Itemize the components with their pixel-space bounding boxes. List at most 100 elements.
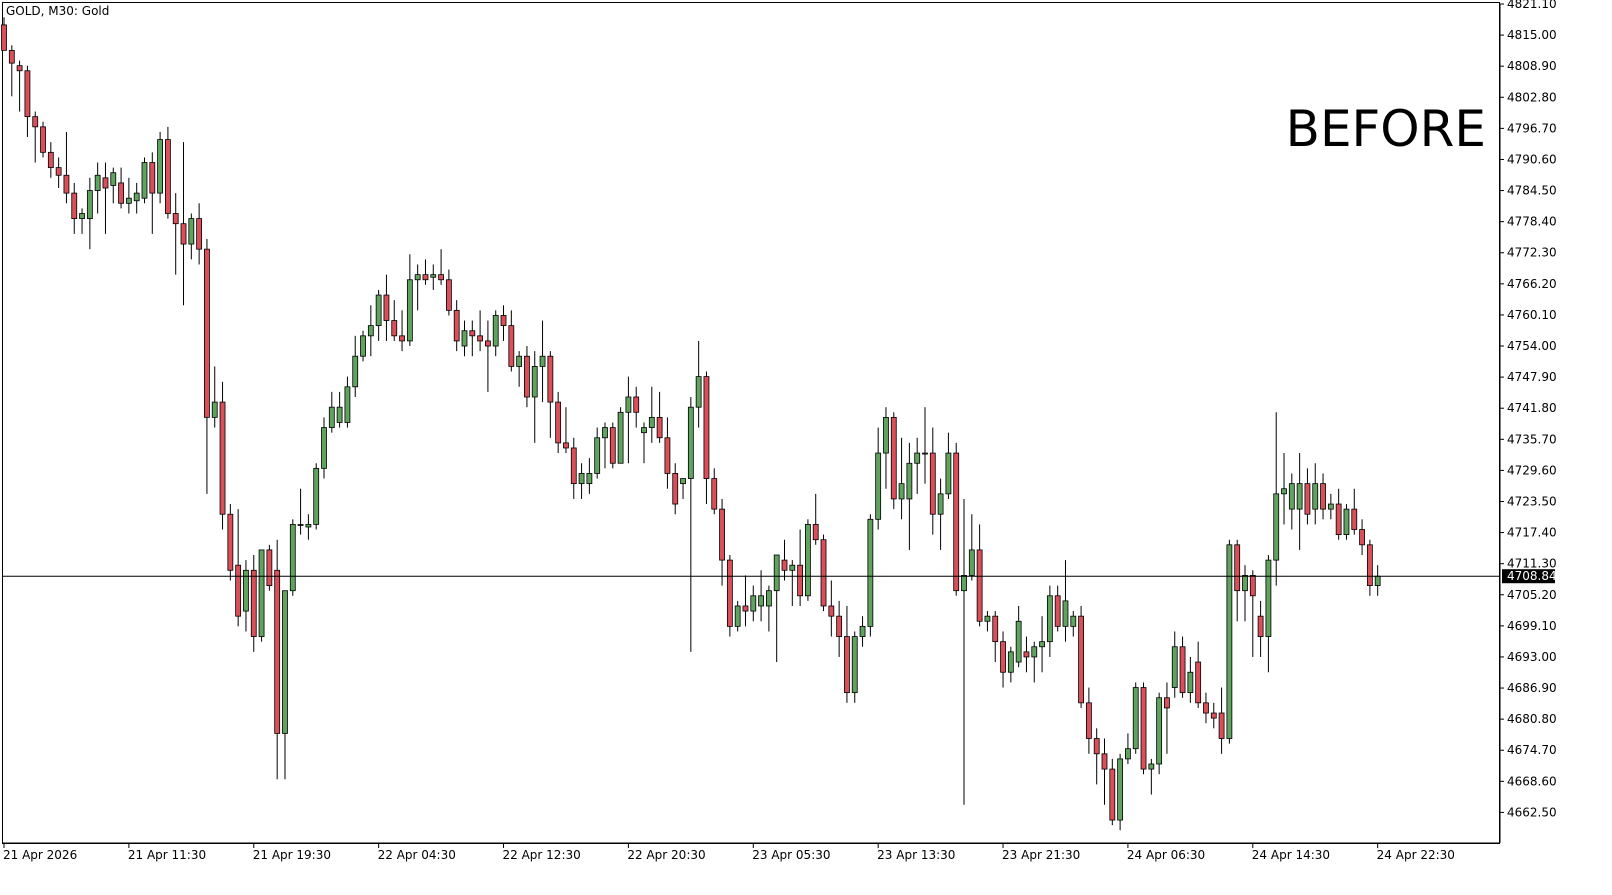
candle — [851, 631, 858, 703]
candle-body — [1023, 651, 1030, 658]
candle-body — [1171, 646, 1178, 688]
candle — [1156, 692, 1163, 775]
candle-body — [469, 330, 476, 337]
y-tick-label: 4674.70 — [1507, 743, 1557, 757]
candle-body — [945, 452, 952, 495]
candle-body — [8, 49, 15, 64]
x-tick-label: 21 Apr 2026 — [3, 848, 77, 862]
x-tick-label: 22 Apr 04:30 — [378, 848, 456, 862]
candle-body — [500, 315, 507, 327]
candlestick-chart[interactable]: 4821.10 4815.00 4808.90 4802.80 4796.70 4790.… — [0, 0, 1612, 891]
candle — [258, 549, 265, 642]
candle-body — [204, 248, 210, 418]
candle-body — [508, 325, 515, 367]
candle-body — [742, 605, 749, 612]
candle-body — [789, 564, 796, 571]
y-tick-label: 4662.50 — [1507, 805, 1557, 819]
candle-body — [875, 452, 882, 520]
candle-body — [110, 172, 117, 186]
candle-body — [125, 197, 132, 204]
candle-body — [445, 279, 452, 311]
candle-body — [102, 177, 109, 189]
candle — [1078, 605, 1084, 708]
candle-body — [360, 335, 366, 357]
candle-body — [55, 167, 62, 176]
current-price-tag: 4708.84 — [1502, 569, 1557, 584]
candle — [1226, 539, 1233, 744]
candle-body — [336, 406, 343, 423]
candle — [165, 126, 171, 219]
candle-body — [1054, 595, 1061, 627]
candle-body — [836, 615, 843, 637]
candle-body — [141, 162, 148, 199]
candle — [890, 412, 897, 510]
candle-body — [149, 162, 156, 194]
x-tick-label: 23 Apr 13:30 — [877, 848, 955, 862]
candle — [805, 519, 811, 601]
candle-body — [1327, 503, 1334, 510]
candle-body — [703, 376, 710, 479]
candle-body — [898, 483, 905, 500]
candle-body — [1343, 508, 1350, 536]
candle-body — [719, 508, 725, 561]
candle-body — [531, 366, 538, 398]
candle-body — [1359, 529, 1365, 546]
candle-body — [1366, 544, 1373, 586]
candle-body — [937, 493, 944, 515]
candle-body — [352, 355, 359, 388]
candle-body — [1085, 702, 1092, 739]
candle-body — [914, 452, 921, 464]
candle-body — [321, 427, 327, 469]
candle-body — [227, 513, 234, 571]
candle-body — [1000, 641, 1006, 673]
candle-body — [1335, 503, 1342, 536]
candle-body — [773, 554, 780, 592]
candle-body — [1242, 574, 1248, 592]
candle-body — [344, 386, 351, 423]
candle-body — [258, 549, 265, 637]
y-tick-label: 4808.90 — [1507, 59, 1557, 73]
candle-body — [578, 473, 585, 485]
candle-body — [180, 223, 187, 245]
candle-body — [1288, 483, 1295, 510]
y-tick-label: 4686.90 — [1507, 681, 1557, 695]
candle-body — [695, 376, 702, 408]
candle-body — [812, 524, 819, 541]
candle-body — [664, 437, 671, 474]
candle-body — [844, 636, 850, 694]
candle-body — [367, 325, 374, 337]
candle-body — [211, 401, 218, 418]
y-tick-label: 4760.10 — [1507, 308, 1557, 322]
candle-body — [968, 549, 975, 576]
candle-body — [984, 615, 991, 622]
y-tick-label: 4815.00 — [1507, 28, 1557, 42]
x-tick-label: 22 Apr 12:30 — [503, 848, 581, 862]
candle-body — [758, 595, 764, 607]
candle-body — [734, 605, 741, 627]
y-tick-label: 4790.60 — [1507, 152, 1557, 166]
candle-body — [250, 569, 257, 637]
candle-body — [383, 294, 390, 321]
candle — [141, 157, 148, 204]
candle-body — [47, 151, 54, 169]
candle-body — [1187, 671, 1194, 694]
candle — [1343, 504, 1350, 540]
candle-body — [1132, 687, 1139, 750]
candle-body — [805, 524, 811, 597]
y-tick-label: 4766.20 — [1507, 277, 1557, 291]
candle-body — [1, 24, 7, 51]
x-tick-label: 21 Apr 19:30 — [253, 848, 331, 862]
candle-body — [63, 174, 70, 194]
candle-body — [1164, 697, 1170, 709]
candle-body — [422, 274, 429, 281]
candle-body — [157, 139, 164, 194]
candle-body — [539, 355, 546, 367]
candle-body — [406, 279, 413, 342]
candle-body — [438, 274, 444, 281]
candle-body — [1210, 712, 1217, 719]
candle-body — [1015, 620, 1022, 663]
chart-root[interactable]: 4821.10 4815.00 4808.90 4802.80 4796.70 4790.… — [0, 0, 1612, 891]
candle-body — [86, 190, 93, 219]
candle-body — [1304, 483, 1311, 515]
candle — [609, 422, 616, 469]
